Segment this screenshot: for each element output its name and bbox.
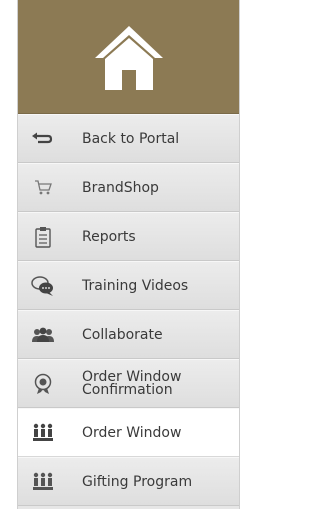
menu-list: Back to Portal BrandShop Reports Trainin… bbox=[18, 114, 239, 506]
menu-item-label: BrandShop bbox=[82, 179, 159, 196]
menu-item-collaborate[interactable]: Collaborate bbox=[18, 310, 239, 359]
badge-icon bbox=[31, 372, 55, 396]
sidebar-nav: Back to Portal BrandShop Reports Trainin… bbox=[17, 0, 240, 509]
home-header[interactable] bbox=[18, 0, 239, 114]
menu-item-gifting-program[interactable]: Gifting Program bbox=[18, 457, 239, 506]
people-row-icon bbox=[31, 421, 55, 445]
menu-item-back-to-portal[interactable]: Back to Portal bbox=[18, 114, 239, 163]
menu-item-label: Training Videos bbox=[82, 277, 189, 294]
group-people-icon bbox=[31, 323, 55, 347]
clipboard-icon bbox=[31, 225, 55, 249]
menu-item-reports[interactable]: Reports bbox=[18, 212, 239, 261]
menu-item-brandshop[interactable]: BrandShop bbox=[18, 163, 239, 212]
menu-item-label: Collaborate bbox=[82, 326, 163, 343]
chat-bubbles-icon bbox=[31, 274, 55, 298]
menu-item-label-line2: Confirmation bbox=[82, 381, 173, 398]
menu-item-order-window-confirmation[interactable]: Order Window Confirmation bbox=[18, 359, 239, 408]
home-icon[interactable] bbox=[93, 22, 165, 92]
menu-item-label: Order Window Confirmation bbox=[82, 370, 233, 398]
back-arrow-icon bbox=[31, 127, 55, 151]
menu-item-label: Gifting Program bbox=[82, 473, 193, 490]
menu-item-label: Reports bbox=[82, 228, 136, 245]
people-row-icon bbox=[31, 470, 55, 494]
menu-item-label: Back to Portal bbox=[82, 130, 180, 147]
shopping-cart-icon bbox=[31, 176, 55, 200]
menu-item-label: Order Window bbox=[82, 424, 182, 441]
menu-item-training-videos[interactable]: Training Videos bbox=[18, 261, 239, 310]
menu-item-order-window[interactable]: Order Window bbox=[18, 408, 239, 457]
